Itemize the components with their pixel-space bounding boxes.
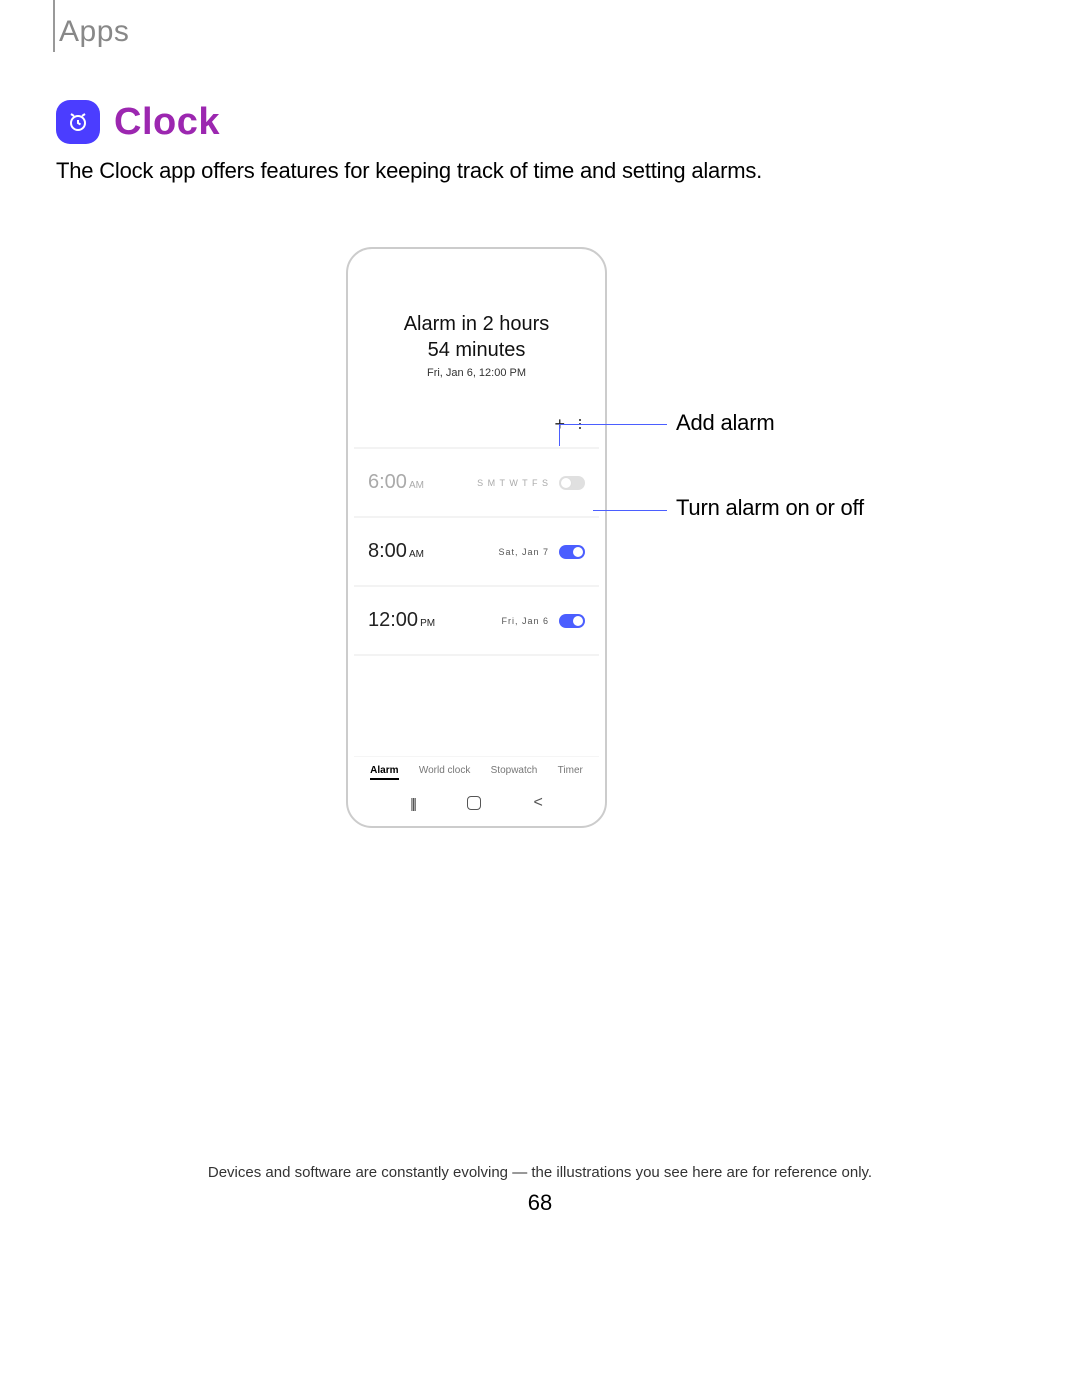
tab-timer[interactable]: Timer [558,765,583,780]
next-alarm-datetime: Fri, Jan 6, 12:00 PM [354,367,599,379]
title-row: Clock [56,100,220,144]
page-number: 68 [0,1190,1080,1216]
alarm-repeat: Fri, Jan 6 [501,616,549,626]
section-divider [53,0,55,52]
tab-alarm[interactable]: Alarm [370,765,398,780]
clock-app-icon [56,100,100,144]
alarm-ampm: PM [420,618,435,629]
callout-leader-line [593,510,667,511]
alarm-row[interactable]: 8:00AM Sat, Jan 7 [354,518,599,587]
alarm-time: 6:00 [368,471,407,494]
recents-button[interactable]: ||| [410,795,415,811]
alarm-list: 6:00AM S M T W T F S 8:00AM Sat, Jan 7 1… [354,447,599,656]
bottom-tabs: Alarm World clock Stopwatch Timer [354,756,599,784]
section-label: Apps [59,15,129,49]
next-alarm-line2: 54 minutes [354,337,599,363]
alarm-repeat: Sat, Jan 7 [498,547,549,557]
home-button[interactable] [467,796,481,810]
alarm-repeat: S M T W T F S [477,478,549,488]
callout-leader-line [559,424,587,446]
callout-leader-line [587,424,667,425]
callout-toggle-alarm: Turn alarm on or off [676,495,864,521]
back-button[interactable]: < [534,794,543,812]
alarm-toggle[interactable] [559,614,585,628]
callout-add-alarm: Add alarm [676,410,774,436]
alarm-toggle[interactable] [559,545,585,559]
nav-bar: ||| < [354,784,599,820]
next-alarm-line1: Alarm in 2 hours [354,311,599,337]
tab-world-clock[interactable]: World clock [419,765,471,780]
alarm-toggle[interactable] [559,476,585,490]
alarm-ampm: AM [409,549,424,560]
page-title: Clock [114,101,220,144]
alarm-time: 8:00 [368,540,407,563]
alarm-header: Alarm in 2 hours 54 minutes Fri, Jan 6, … [354,255,599,409]
phone-illustration: Alarm in 2 hours 54 minutes Fri, Jan 6, … [346,247,607,828]
alarm-row[interactable]: 6:00AM S M T W T F S [354,449,599,518]
alarm-row[interactable]: 12:00PM Fri, Jan 6 [354,587,599,656]
tab-stopwatch[interactable]: Stopwatch [491,765,538,780]
disclaimer-text: Devices and software are constantly evol… [0,1164,1080,1181]
alarm-time: 12:00 [368,609,418,632]
alarm-ampm: AM [409,480,424,491]
description-text: The Clock app offers features for keepin… [56,158,762,184]
